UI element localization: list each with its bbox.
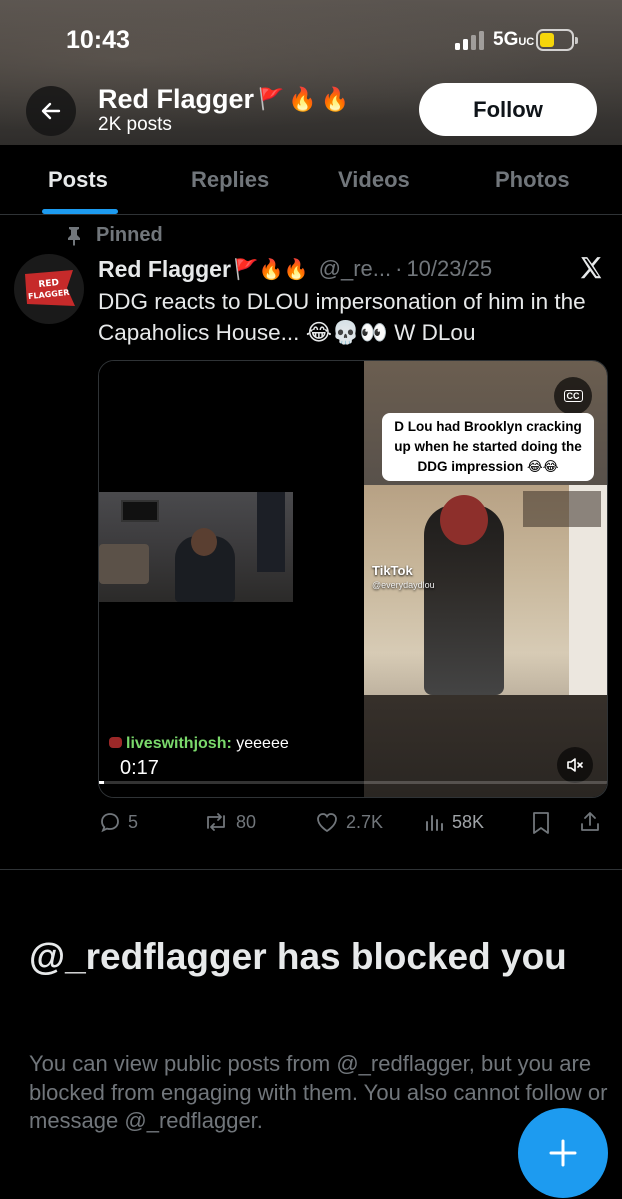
post-text: DDG reacts to DLOU impersonation of him … xyxy=(98,289,586,345)
follow-button[interactable]: Follow xyxy=(419,83,597,136)
red-flagger-logo: RED FLAGGER xyxy=(25,270,75,306)
tiktok-scene: TikTok @everydaydlou xyxy=(364,485,607,695)
reply-button[interactable]: 5 xyxy=(98,810,138,834)
like-button[interactable]: 2.7K xyxy=(314,810,383,834)
compose-plus-icon xyxy=(549,1139,577,1167)
tab-photos[interactable]: Photos xyxy=(495,167,570,193)
bookmark-icon xyxy=(533,812,549,834)
pinned-label: Pinned xyxy=(66,224,163,247)
x-logo-icon xyxy=(578,255,604,286)
tab-videos[interactable]: Videos xyxy=(338,167,410,193)
network-label: 5GUC xyxy=(493,29,535,50)
post-video[interactable]: CC D Lou had Brooklyn cracking up when h… xyxy=(98,360,608,798)
repost-icon xyxy=(207,813,225,831)
video-progress-bar[interactable] xyxy=(99,781,607,784)
share-button[interactable] xyxy=(578,810,602,834)
views-icon xyxy=(426,815,443,831)
post-handle[interactable]: @_re... xyxy=(319,256,391,282)
reply-icon xyxy=(101,813,119,833)
pin-icon xyxy=(68,226,80,246)
name-emojis: 🚩🔥🔥 xyxy=(233,258,309,281)
section-divider xyxy=(0,869,622,870)
mute-icon xyxy=(567,758,583,772)
profile-header: Red Flagger 🚩 🔥 🔥 2K posts Follow xyxy=(0,78,622,142)
mute-button[interactable] xyxy=(557,747,593,783)
share-icon xyxy=(581,812,599,831)
tiktok-handle: @everydaydlou xyxy=(372,580,435,590)
post-date[interactable]: 10/23/25 xyxy=(406,256,492,282)
post-author-name[interactable]: Red Flagger 🚩🔥🔥 xyxy=(98,256,309,283)
stream-chat-line: liveswithjosh: yeeeee xyxy=(109,735,289,753)
video-left-panel xyxy=(99,361,364,797)
back-button[interactable] xyxy=(26,86,76,136)
video-right-panel: CC D Lou had Brooklyn cracking up when h… xyxy=(364,361,607,797)
cc-icon: CC xyxy=(563,390,583,402)
views-button[interactable]: 58K xyxy=(422,810,484,834)
blocked-description: You can view public posts from @_redflag… xyxy=(29,1051,608,1133)
like-icon xyxy=(317,813,337,833)
battery-icon xyxy=(536,29,578,51)
tiktok-watermark: TikTok xyxy=(372,563,413,578)
post-count: 2K posts xyxy=(98,114,172,135)
profile-tabs: Posts Replies Videos Photos xyxy=(0,145,622,215)
post-header: Red Flagger 🚩🔥🔥 @_re... · 10/23/25 xyxy=(98,254,492,284)
signal-icon xyxy=(455,30,484,50)
flag-emoji: 🚩 xyxy=(258,87,285,111)
separator-dot: · xyxy=(395,256,403,281)
video-caption: D Lou had Brooklyn cracking up when he s… xyxy=(382,413,594,481)
profile-name: Red Flagger 🚩 🔥 🔥 xyxy=(98,84,350,114)
avatar[interactable]: RED FLAGGER xyxy=(14,254,84,324)
cc-button[interactable]: CC xyxy=(554,377,592,415)
arrow-left-icon xyxy=(41,102,61,120)
room-scene xyxy=(99,492,293,602)
status-bar: 10:43 5GUC xyxy=(0,0,622,80)
compose-button[interactable] xyxy=(518,1108,608,1198)
chat-badge-icon xyxy=(109,737,122,748)
video-duration: 0:17 xyxy=(120,757,159,779)
post-actions: 5 80 2.7K 58K xyxy=(98,808,608,842)
fire-emoji: 🔥 xyxy=(320,86,350,112)
fire-emoji: 🔥 xyxy=(288,86,317,112)
tab-posts[interactable]: Posts xyxy=(48,167,108,193)
blocked-title: @_redflagger has blocked you xyxy=(29,936,567,977)
repost-button[interactable]: 80 xyxy=(202,810,256,834)
active-tab-indicator xyxy=(42,209,118,214)
tab-replies[interactable]: Replies xyxy=(191,167,269,193)
status-time: 10:43 xyxy=(66,26,130,54)
bookmark-button[interactable] xyxy=(530,810,552,836)
